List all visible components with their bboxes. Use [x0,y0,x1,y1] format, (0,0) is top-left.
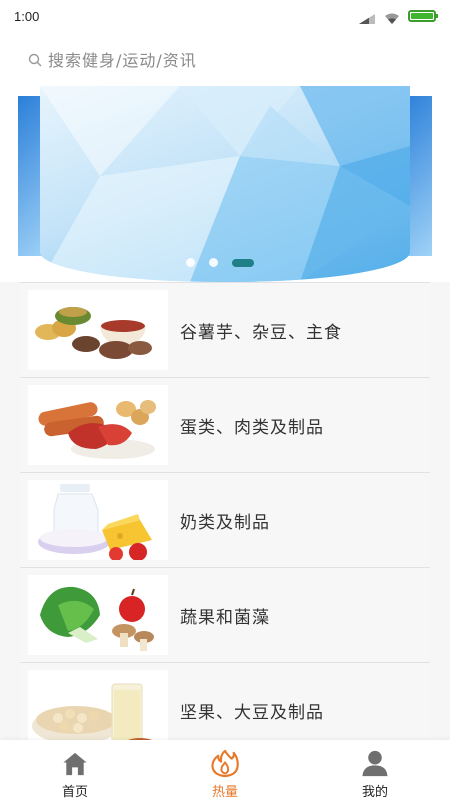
search-icon [28,53,42,67]
vegetables-fruits-image [28,575,168,655]
search-bar [0,34,450,86]
category-label: 坚果、大豆及制品 [180,702,324,723]
search-input[interactable] [48,50,388,70]
category-label: 蛋类、肉类及制品 [180,417,324,438]
list-item-grains[interactable]: 谷薯芋、杂豆、主食 [20,282,430,377]
status-time: 1:00 [14,9,40,24]
home-icon [63,752,87,776]
tab-label: 热量 [211,785,238,800]
list-item-eggs-meat[interactable]: 蛋类、肉类及制品 [20,377,430,472]
tab-home[interactable]: 首页 [0,740,150,800]
banner-carousel[interactable] [0,86,450,282]
carousel-indicator [186,258,254,267]
user-icon [362,750,388,777]
signal-icon [358,10,376,24]
battery-icon [408,10,438,22]
category-label: 奶类及制品 [180,512,270,533]
battery-level [411,13,433,19]
search-box[interactable] [20,42,430,78]
carousel-dot[interactable] [209,258,218,267]
carousel-dot-active[interactable] [232,258,254,267]
tab-calories[interactable]: 热量 [150,740,300,800]
status-bar: 1:00 [0,0,450,34]
grains-tubers-image [28,290,168,370]
carousel-dot[interactable] [186,258,195,267]
banner-slide-image[interactable] [40,86,410,282]
category-label: 蔬果和菌藻 [180,607,270,628]
wifi-icon [384,10,400,24]
bottom-tab-bar: 首页 热量 我的 [0,740,450,800]
category-label: 谷薯芋、杂豆、主食 [180,322,342,343]
dairy-image [28,480,168,560]
eggs-meat-image [28,385,168,465]
app-screen: 1:00 搜索健身/运动/资讯 谷薯芋、杂豆、主食 蛋类、肉类及制品 奶类及制品… [0,0,450,800]
status-icons [358,10,438,24]
flame-icon [211,749,239,778]
list-item-vegetables[interactable]: 蔬果和菌藻 [20,567,430,662]
nuts-soy-image [28,670,168,750]
tab-profile[interactable]: 我的 [300,740,450,800]
tab-label: 首页 [61,785,88,800]
tab-label: 我的 [361,785,388,800]
food-category-list: 谷薯芋、杂豆、主食 蛋类、肉类及制品 奶类及制品 蔬果和菌藻 坚果、大豆及制品 [20,282,430,757]
list-item-dairy[interactable]: 奶类及制品 [20,472,430,567]
